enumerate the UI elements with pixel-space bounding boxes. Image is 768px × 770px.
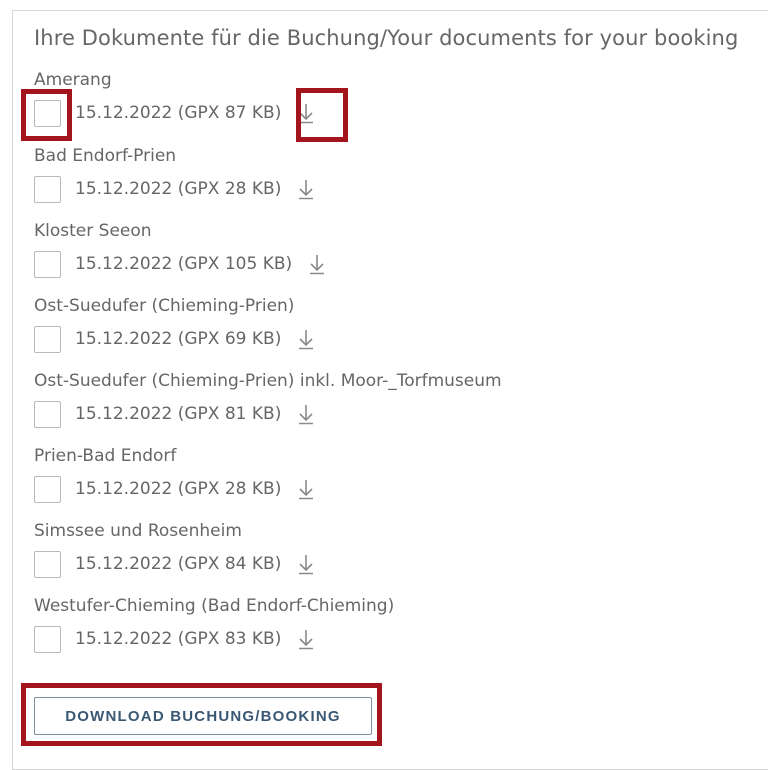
list-item: Ost-Suedufer (Chieming-Prien) inkl. Moor… (34, 371, 754, 441)
list-item: Kloster Seeon 15.12.2022 (GPX 105 KB) (34, 221, 754, 291)
document-meta: 15.12.2022 (GPX 69 KB) (75, 329, 282, 349)
document-checkbox[interactable] (34, 550, 61, 578)
list-item: Ost-Suedufer (Chieming-Prien) 15.12.2022… (34, 296, 754, 366)
document-name: Ost-Suedufer (Chieming-Prien) (34, 296, 295, 316)
document-name: Bad Endorf-Prien (34, 146, 177, 166)
document-checkbox[interactable] (34, 99, 61, 127)
document-name: Westufer-Chieming (Bad Endorf-Chieming) (34, 596, 395, 616)
list-item: Amerang 15.12.2022 (GPX 87 KB) (34, 70, 754, 140)
list-item: Westufer-Chieming (Bad Endorf-Chieming) … (34, 596, 754, 666)
download-icon[interactable] (295, 101, 317, 125)
document-checkbox[interactable] (34, 175, 61, 203)
list-item: Bad Endorf-Prien 15.12.2022 (GPX 28 KB) (34, 146, 754, 216)
list-item: Prien-Bad Endorf 15.12.2022 (GPX 28 KB) (34, 446, 754, 516)
document-meta: 15.12.2022 (GPX 28 KB) (75, 179, 282, 199)
document-meta: 15.12.2022 (GPX 28 KB) (75, 479, 282, 499)
download-icon[interactable] (295, 552, 317, 576)
download-booking-button[interactable]: DOWNLOAD BUCHUNG/BOOKING (34, 697, 372, 735)
download-icon[interactable] (295, 402, 317, 426)
document-meta: 15.12.2022 (GPX 84 KB) (75, 554, 282, 574)
document-checkbox[interactable] (34, 475, 61, 503)
download-icon[interactable] (295, 477, 317, 501)
download-icon[interactable] (306, 252, 328, 276)
document-name: Kloster Seeon (34, 221, 152, 241)
document-checkbox[interactable] (34, 625, 61, 653)
document-meta: 15.12.2022 (GPX 83 KB) (75, 629, 282, 649)
panel-title: Ihre Dokumente für die Buchung/Your docu… (34, 26, 739, 50)
download-icon[interactable] (295, 327, 317, 351)
document-checkbox[interactable] (34, 250, 61, 278)
document-meta: 15.12.2022 (GPX 105 KB) (75, 254, 293, 274)
document-name: Prien-Bad Endorf (34, 446, 177, 466)
download-icon[interactable] (295, 627, 317, 651)
document-name: Amerang (34, 70, 112, 90)
document-name: Ost-Suedufer (Chieming-Prien) inkl. Moor… (34, 371, 502, 391)
document-checkbox[interactable] (34, 325, 61, 353)
document-meta: 15.12.2022 (GPX 87 KB) (75, 103, 282, 123)
document-meta: 15.12.2022 (GPX 81 KB) (75, 404, 282, 424)
document-checkbox[interactable] (34, 400, 61, 428)
download-icon[interactable] (295, 177, 317, 201)
list-item: Simssee und Rosenheim 15.12.2022 (GPX 84… (34, 521, 754, 591)
document-name: Simssee und Rosenheim (34, 521, 242, 541)
